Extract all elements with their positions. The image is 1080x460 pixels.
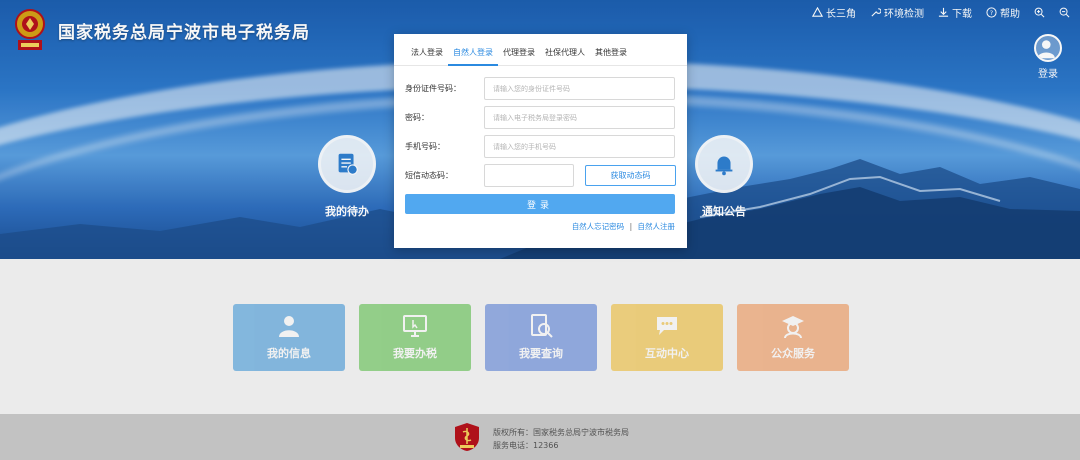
- zoom-in-icon: [1034, 7, 1045, 18]
- footer: 版权所有：国家税务总局宁波市税务局 服务电话：12366: [0, 414, 1080, 460]
- tax-emblem-logo: [15, 9, 45, 50]
- password-row: 密码：: [405, 106, 675, 129]
- monitor-icon: [403, 315, 427, 337]
- sms-code-row: 短信动态码： 获取动态码: [405, 164, 676, 187]
- tab-natural-person[interactable]: 自然人登录: [448, 34, 498, 66]
- interaction-label: 互动中心: [645, 347, 689, 360]
- id-number-row: 身份证件号码：: [405, 77, 675, 100]
- forgot-password-link[interactable]: 自然人忘记密码: [572, 222, 625, 231]
- user-login-button[interactable]: 登录: [1032, 34, 1064, 80]
- login-button[interactable]: 登录: [405, 194, 675, 214]
- tab-legal-person[interactable]: 法人登录: [406, 34, 448, 66]
- bell-icon: [695, 135, 753, 193]
- download-icon: [938, 7, 949, 17]
- query-label: 我要查询: [519, 347, 563, 360]
- avatar-icon: [1034, 34, 1062, 62]
- document-search-icon: [531, 314, 553, 338]
- my-info-tile[interactable]: 我的信息: [233, 304, 345, 371]
- help-label: 帮助: [1000, 9, 1020, 20]
- svg-text:?: ?: [990, 9, 993, 17]
- tax-handling-tile[interactable]: 我要办税: [359, 304, 471, 371]
- phone-input[interactable]: [484, 135, 675, 158]
- public-service-tile[interactable]: 公众服务: [737, 304, 849, 371]
- sms-code-input[interactable]: [484, 164, 574, 187]
- service-tiles: 我的信息 我要办税 我要查询 互动中心 公众服务: [233, 304, 849, 371]
- tab-social-security-agent[interactable]: 社保代理人: [540, 34, 590, 66]
- id-number-label: 身份证件号码：: [405, 84, 461, 93]
- zoom-out-button[interactable]: [1059, 5, 1070, 20]
- copyright-text: 版权所有：国家税务总局宁波市税务局: [493, 428, 629, 437]
- download-label: 下载: [952, 9, 972, 20]
- chat-icon: [657, 317, 677, 335]
- register-link[interactable]: 自然人注册: [638, 222, 676, 231]
- sms-code-label: 短信动态码：: [405, 171, 453, 180]
- phone-label: 手机号码：: [405, 142, 445, 151]
- todo-icon: [318, 135, 376, 193]
- tab-other[interactable]: 其他登录: [590, 34, 632, 66]
- wrench-icon: [871, 8, 881, 17]
- triangle-icon: [812, 7, 823, 17]
- notice-label: 通知公告: [702, 205, 746, 218]
- zoom-out-icon: [1059, 7, 1070, 18]
- yangtze-delta-label: 长三角: [826, 9, 856, 20]
- notice-item[interactable]: 通知公告: [684, 135, 764, 219]
- my-info-label: 我的信息: [267, 347, 311, 360]
- public-service-label: 公众服务: [771, 347, 815, 360]
- service-phone-text: 服务电话：12366: [493, 441, 559, 450]
- footer-text: 版权所有：国家税务总局宁波市税务局 服务电话：12366: [493, 426, 629, 452]
- interaction-tile[interactable]: 互动中心: [611, 304, 723, 371]
- password-label: 密码：: [405, 113, 429, 122]
- query-tile[interactable]: 我要查询: [485, 304, 597, 371]
- login-modal: 法人登录 自然人登录 代理登录 社保代理人 其他登录 身份证件号码： 密码： 手…: [394, 34, 687, 248]
- top-links-bar: 长三角 环境检测 下载 ? 帮助: [812, 5, 1070, 20]
- download-link[interactable]: 下载: [938, 5, 972, 20]
- my-todo-label: 我的待办: [325, 205, 369, 218]
- person-icon: [279, 316, 299, 337]
- get-code-button[interactable]: 获取动态码: [585, 165, 676, 186]
- yangtze-delta-link[interactable]: 长三角: [812, 5, 856, 20]
- zoom-in-button[interactable]: [1034, 5, 1045, 20]
- site-title: 国家税务总局宁波市电子税务局: [58, 23, 310, 43]
- env-check-label: 环境检测: [884, 9, 924, 20]
- login-tabs: 法人登录 自然人登录 代理登录 社保代理人 其他登录: [394, 34, 687, 66]
- tax-handling-label: 我要办税: [393, 347, 437, 360]
- tax-shield-logo: [455, 423, 479, 451]
- phone-row: 手机号码：: [405, 135, 675, 158]
- env-check-link[interactable]: 环境检测: [870, 5, 924, 20]
- modal-links: 自然人忘记密码 | 自然人注册: [572, 221, 675, 232]
- tab-agent[interactable]: 代理登录: [498, 34, 540, 66]
- help-icon: ?: [986, 7, 997, 18]
- graduate-icon: [782, 316, 804, 339]
- help-link[interactable]: ? 帮助: [986, 5, 1020, 20]
- my-todo-item[interactable]: 我的待办: [307, 135, 387, 219]
- login-label: 登录: [1038, 69, 1058, 80]
- password-input[interactable]: [484, 106, 675, 129]
- id-number-input[interactable]: [484, 77, 675, 100]
- link-separator: |: [629, 222, 633, 231]
